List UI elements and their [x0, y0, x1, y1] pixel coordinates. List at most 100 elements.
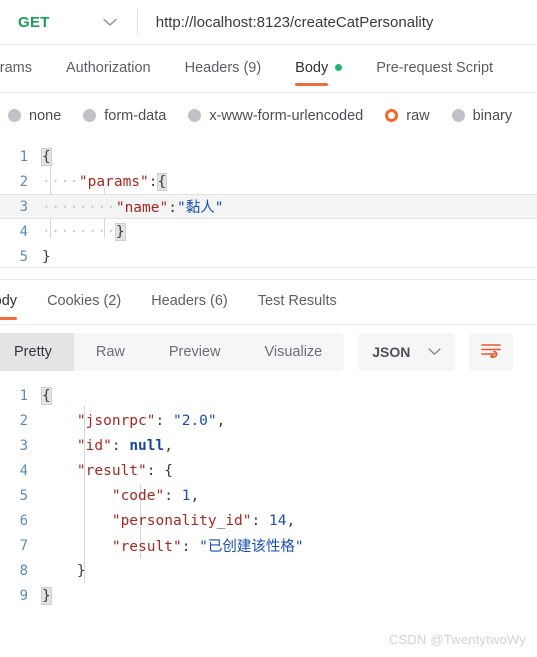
tab-label: Test Results [257, 293, 337, 309]
line-number: 2 [19, 412, 28, 429]
response-tab-body[interactable]: Body [0, 280, 18, 324]
code-token-punct: : [181, 539, 200, 555]
code-token-number: 14 [269, 512, 287, 529]
view-label: Preview [168, 344, 221, 360]
code-token-brace: } [41, 586, 52, 605]
response-tab-bar: Body Cookies (2) Headers (6) Test Result… [0, 280, 537, 325]
code-line: 4 "result": { [0, 458, 537, 483]
tab-label: Params [0, 59, 32, 76]
tab-params[interactable]: Params [0, 45, 32, 92]
code-token-key: "code" [111, 487, 165, 504]
code-token-key: "result" [76, 462, 147, 479]
radio-label: x-www-form-urlencoded [209, 107, 364, 124]
radio-dot-icon [83, 109, 97, 122]
chevron-down-icon[interactable] [103, 18, 117, 27]
tab-label: Headers (6) [151, 293, 228, 309]
response-body-editor[interactable]: 1 { 2 "jsonrpc": "2.0", 3 "id": null, 4 … [0, 379, 537, 631]
code-token-punct: : [111, 437, 130, 454]
radio-none[interactable]: none [8, 108, 61, 124]
panel-divider [0, 268, 537, 280]
radio-dot-icon [451, 109, 465, 122]
code-token-brace: { [156, 172, 168, 191]
request-body-editor[interactable]: 1 { 2 ····"params":{ 3 ········"name":"黏… [0, 138, 537, 268]
tab-pre-request-script[interactable]: Pre-request Script [376, 45, 493, 92]
radio-dot-icon [8, 109, 21, 122]
code-token-null: null [129, 437, 165, 454]
code-token-punct: : [164, 487, 182, 504]
code-token-punct: , [190, 487, 200, 504]
tab-headers[interactable]: Headers (9) [185, 45, 262, 92]
code-line: 2 "jsonrpc": "2.0", [0, 408, 537, 433]
tab-label: Body [0, 293, 18, 309]
response-view-switcher: Pretty Raw Preview Visualize [0, 333, 345, 371]
request-tab-bar: Params Authorization Headers (9) Body Pr… [0, 45, 537, 93]
code-token-brace: { [41, 386, 52, 405]
url-input[interactable]: http://localhost:8123/createCatPersonali… [156, 14, 434, 31]
radio-x-www-form-urlencoded[interactable]: x-www-form-urlencoded [188, 108, 363, 124]
line-number: 6 [19, 512, 28, 529]
radio-dot-icon [188, 109, 202, 122]
line-number: 1 [19, 387, 28, 404]
view-label: Pretty [14, 344, 52, 360]
http-method-label[interactable]: GET [18, 14, 50, 31]
code-line: 9 } [0, 583, 537, 608]
code-token-punct: : [251, 512, 269, 529]
code-token-punct: , [164, 437, 173, 454]
active-tab-underline [0, 317, 18, 320]
response-tab-cookies[interactable]: Cookies (2) [47, 280, 121, 324]
code-line: 8 } [0, 558, 537, 583]
code-line-active: 3 ········"name":"黏人" [0, 194, 537, 219]
line-number: 5 [19, 248, 28, 265]
code-line: 6 "personality_id": 14, [0, 508, 537, 533]
code-token-key: "personality_id" [111, 512, 252, 529]
watermark: CSDN @TwentytwoWy [388, 632, 526, 647]
response-format-select[interactable]: JSON [358, 333, 456, 371]
tab-label: Authorization [65, 59, 151, 76]
radio-binary[interactable]: binary [451, 108, 512, 124]
indent-dots: ···· [42, 200, 79, 216]
line-number: 2 [19, 173, 28, 190]
code-token-punct: : [146, 462, 165, 479]
line-number: 9 [19, 587, 28, 604]
code-token-string: "黏人" [176, 200, 224, 216]
code-token-punct: : [155, 412, 173, 429]
view-label: Visualize [264, 344, 323, 360]
code-token-key: "result" [111, 539, 182, 555]
code-token-string: "已创建该性格" [199, 539, 304, 555]
code-token-key: "params" [78, 173, 149, 190]
chevron-down-icon [428, 348, 442, 356]
tab-label: Headers (9) [184, 59, 262, 76]
line-number: 3 [19, 437, 28, 454]
response-format-value: JSON [372, 344, 411, 360]
code-line: 1 { [0, 383, 537, 408]
tab-body[interactable]: Body [295, 45, 343, 92]
code-token-string: "2.0" [172, 412, 217, 429]
radio-raw[interactable]: raw [385, 108, 430, 124]
code-token-punct: , [286, 512, 296, 529]
code-token-punct: : [168, 200, 177, 216]
code-line: 2 ····"params":{ [0, 169, 537, 194]
tab-label: Body [295, 59, 329, 76]
radio-label: none [29, 107, 62, 124]
view-visualize[interactable]: Visualize [242, 333, 344, 371]
tab-authorization[interactable]: Authorization [66, 45, 151, 92]
divider [136, 9, 138, 35]
code-line: 4 ········} [0, 219, 537, 244]
radio-dot-selected-icon [385, 109, 399, 122]
code-token-key: "name" [115, 200, 169, 216]
code-line: 7 "result": "已创建该性格" [0, 533, 537, 558]
radio-label: form-data [104, 107, 167, 124]
view-preview[interactable]: Preview [147, 333, 243, 371]
radio-form-data[interactable]: form-data [83, 108, 166, 124]
wrap-lines-button[interactable] [469, 333, 514, 371]
tab-label: Pre-request Script [376, 59, 494, 76]
code-token-brace: } [114, 222, 126, 241]
view-raw[interactable]: Raw [74, 333, 147, 371]
response-tab-headers[interactable]: Headers (6) [151, 280, 228, 324]
body-modified-dot-icon [335, 64, 343, 71]
response-tab-test-results[interactable]: Test Results [258, 280, 337, 324]
line-number: 4 [19, 223, 28, 240]
code-token-brace: } [42, 248, 51, 265]
line-number: 1 [19, 148, 28, 165]
view-pretty[interactable]: Pretty [0, 333, 74, 371]
